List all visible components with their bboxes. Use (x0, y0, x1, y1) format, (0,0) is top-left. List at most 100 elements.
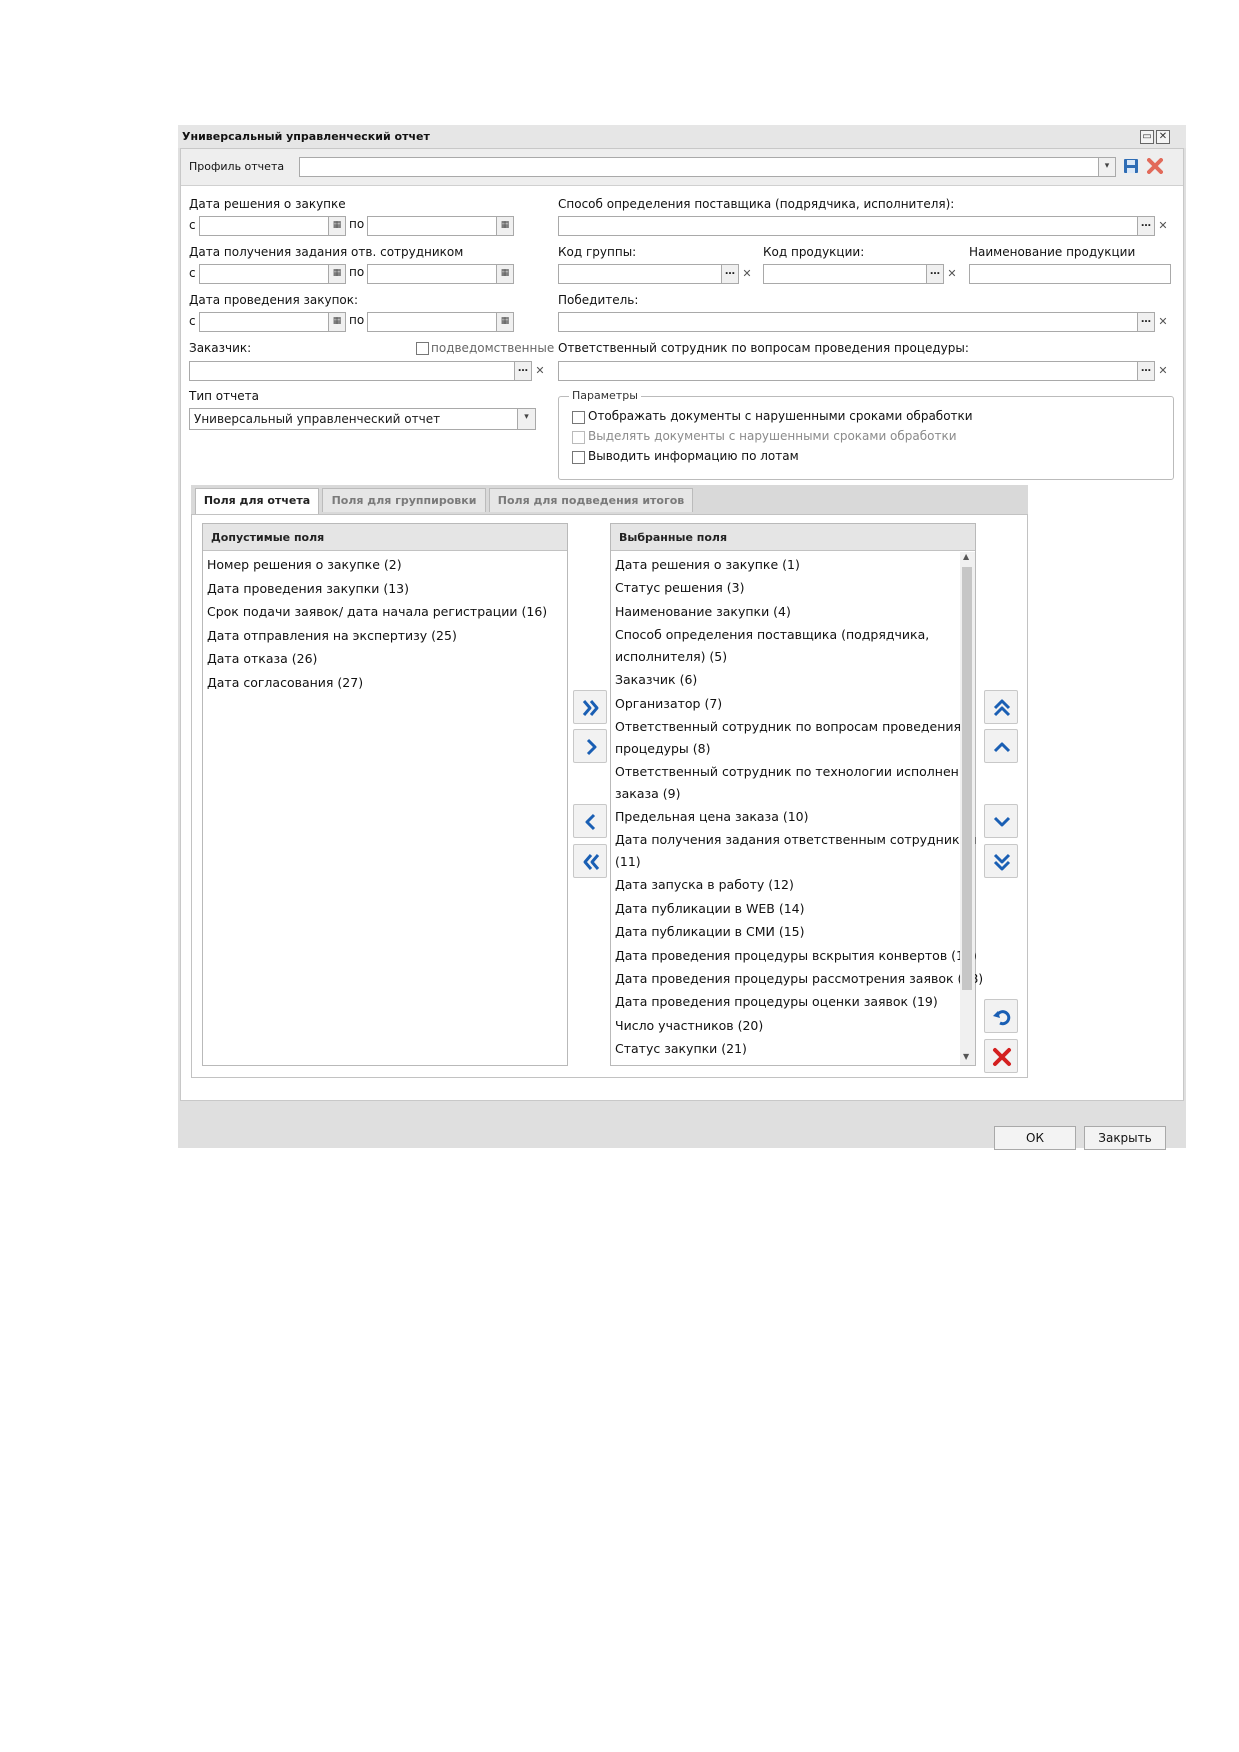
profile-dropdown-icon[interactable]: ▾ (1098, 157, 1116, 177)
list-item[interactable]: Дата решения о закупке (1) (615, 554, 800, 576)
move-all-right-button[interactable] (573, 690, 607, 724)
group-code-input[interactable] (558, 264, 722, 284)
clear-icon[interactable]: ✕ (533, 361, 547, 381)
list-item[interactable]: Дата проведения закупки (13) (207, 578, 409, 600)
list-item-line: Дата проведения процедуры рассмотрения з… (615, 971, 984, 986)
procurement-date-to-input[interactable] (367, 312, 497, 332)
move-bottom-button[interactable] (984, 844, 1018, 878)
procurement-date-from-input[interactable] (199, 312, 329, 332)
list-item[interactable]: Срок подачи заявок/ дата начала регистра… (207, 601, 547, 623)
move-top-button[interactable] (984, 690, 1018, 724)
profile-input[interactable] (299, 157, 1099, 177)
list-item[interactable]: Дата получения задания ответственным сот… (615, 829, 977, 873)
tab-totals-fields[interactable]: Поля для подведения итогов (489, 488, 693, 512)
scroll-up-icon[interactable]: ▲ (963, 552, 969, 561)
receipt-date-label: Дата получения задания отв. сотрудником (189, 245, 464, 259)
ok-button[interactable]: ОК (994, 1126, 1076, 1150)
group-code-select-button[interactable]: … (721, 264, 739, 284)
move-down-button[interactable] (984, 804, 1018, 838)
report-type-select[interactable]: Универсальный управленческий отчет ▾ (189, 408, 536, 430)
highlight-overdue-checkbox[interactable] (572, 431, 585, 444)
clear-icon[interactable]: ✕ (945, 264, 959, 284)
clear-icon[interactable]: ✕ (1156, 361, 1170, 381)
list-item-line: (11) (615, 854, 641, 870)
tab-report-fields[interactable]: Поля для отчета (195, 488, 319, 514)
product-code-label: Код продукции: (763, 245, 865, 259)
available-fields-list[interactable]: Допустимые поля Номер решения о закупке … (202, 523, 568, 1066)
report-type-label: Тип отчета (189, 389, 259, 403)
maximize-icon[interactable]: ▭ (1140, 130, 1154, 144)
list-item[interactable]: Предельная цена заказа (10) (615, 806, 809, 828)
customer-select-button[interactable]: … (514, 361, 532, 381)
list-item[interactable]: Дата согласования (27) (207, 672, 363, 694)
method-select-button[interactable]: … (1137, 216, 1155, 236)
scrollbar[interactable]: ▲ ▼ (960, 552, 975, 1065)
list-item[interactable]: Организатор (7) (615, 693, 722, 715)
move-right-button[interactable] (573, 729, 607, 763)
list-item[interactable]: Ответственный сотрудник по вопросам пров… (615, 716, 961, 760)
show-overdue-checkbox[interactable] (572, 411, 585, 424)
undo-button[interactable] (984, 999, 1018, 1033)
procurement-date-label: Дата проведения закупок: (189, 293, 359, 307)
lots-info-checkbox[interactable] (572, 451, 585, 464)
list-item[interactable]: Дата отказа (26) (207, 648, 317, 670)
receipt-date-to-input[interactable] (367, 264, 497, 284)
responsible-select-button[interactable]: … (1137, 361, 1155, 381)
move-all-left-button[interactable] (573, 844, 607, 878)
list-item[interactable]: Дата проведения процедуры оценки заявок … (615, 991, 938, 1013)
product-code-select-button[interactable]: … (926, 264, 944, 284)
product-code-input[interactable] (763, 264, 927, 284)
calendar-icon[interactable]: ▦ (496, 264, 514, 284)
list-item[interactable]: Номер решения о закупке (2) (207, 554, 402, 576)
close-icon[interactable]: ✕ (1156, 130, 1170, 144)
decision-date-to-input[interactable] (367, 216, 497, 236)
calendar-icon[interactable]: ▦ (496, 216, 514, 236)
delete-profile-icon[interactable] (1147, 158, 1163, 174)
calendar-icon[interactable]: ▦ (328, 216, 346, 236)
list-item[interactable]: Заказчик (6) (615, 669, 697, 691)
subordinate-checkbox[interactable] (416, 342, 429, 355)
move-left-button[interactable] (573, 804, 607, 838)
customer-input[interactable] (189, 361, 515, 381)
calendar-icon[interactable]: ▦ (496, 312, 514, 332)
list-item[interactable]: Дата проведения процедуры рассмотрения з… (615, 968, 983, 990)
calendar-icon[interactable]: ▦ (328, 312, 346, 332)
clear-icon[interactable]: ✕ (1156, 312, 1170, 332)
list-item[interactable]: Статус закупки (21) (615, 1038, 747, 1060)
list-item-line: Ответственный сотрудник по технологии ис… (615, 764, 975, 779)
list-item-line: Дата публикации в СМИ (15) (615, 924, 805, 940)
list-item[interactable]: Число участников (20) (615, 1015, 763, 1037)
move-up-button[interactable] (984, 729, 1018, 763)
responsible-input[interactable] (558, 361, 1138, 381)
list-item-line: исполнителя) (5) (615, 649, 728, 665)
scrollbar-thumb[interactable] (962, 567, 972, 990)
winner-select-button[interactable]: … (1137, 312, 1155, 332)
calendar-icon[interactable]: ▦ (328, 264, 346, 284)
selected-fields-list[interactable]: Выбранные поля Дата решения о закупке (1… (610, 523, 983, 1066)
decision-date-from-input[interactable] (199, 216, 329, 236)
product-name-input[interactable] (969, 264, 1171, 284)
list-item-line: Дата запуска в работу (12) (615, 877, 794, 893)
save-icon[interactable] (1123, 158, 1139, 174)
list-item[interactable]: Дата запуска в работу (12) (615, 874, 794, 896)
method-input[interactable] (558, 216, 1138, 236)
close-button[interactable]: Закрыть (1084, 1126, 1166, 1150)
tab-grouping-fields[interactable]: Поля для группировки (322, 488, 486, 512)
to-label: по (349, 313, 365, 327)
scroll-down-icon[interactable]: ▼ (963, 1052, 969, 1061)
chevron-down-icon[interactable]: ▾ (517, 409, 535, 429)
winner-input[interactable] (558, 312, 1138, 332)
list-item[interactable]: Дата проведения процедуры вскрытия конве… (615, 945, 977, 967)
decision-date-label: Дата решения о закупке (189, 197, 346, 211)
list-item[interactable]: Статус решения (3) (615, 577, 744, 599)
list-item[interactable]: Дата публикации в WEB (14) (615, 898, 804, 920)
list-item[interactable]: Дата отправления на экспертизу (25) (207, 625, 457, 647)
receipt-date-from-input[interactable] (199, 264, 329, 284)
list-item[interactable]: Ответственный сотрудник по технологии ис… (615, 761, 974, 805)
clear-icon[interactable]: ✕ (1156, 216, 1170, 236)
clear-selection-button[interactable] (984, 1039, 1018, 1073)
list-item[interactable]: Способ определения поставщика (подрядчик… (615, 624, 929, 668)
list-item[interactable]: Наименование закупки (4) (615, 601, 791, 623)
clear-icon[interactable]: ✕ (740, 264, 754, 284)
list-item[interactable]: Дата публикации в СМИ (15) (615, 921, 805, 943)
